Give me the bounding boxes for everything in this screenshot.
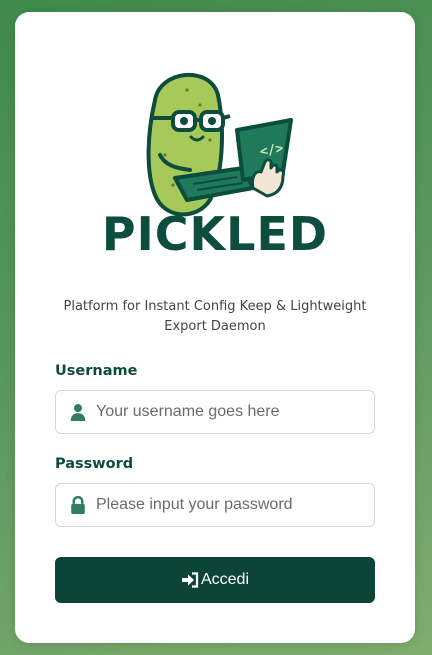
username-field[interactable] [55, 390, 375, 434]
password-field[interactable] [55, 483, 375, 527]
lock-icon [71, 496, 85, 514]
login-button-label: Accedi [200, 571, 250, 588]
password-label: Password [55, 456, 134, 472]
user-icon [70, 404, 86, 421]
login-button[interactable]: Accedi [55, 557, 375, 603]
brand-tagline: Platform for Instant Config Keep & Light… [63, 299, 367, 334]
brand-title: PICKLED [101, 207, 329, 261]
password-input[interactable] [96, 484, 368, 526]
login-card: </> PICKLED Platform for Instant Config … [15, 12, 415, 643]
sign-in-icon [181, 572, 199, 588]
username-input[interactable] [96, 391, 368, 433]
username-label: Username [55, 363, 138, 379]
